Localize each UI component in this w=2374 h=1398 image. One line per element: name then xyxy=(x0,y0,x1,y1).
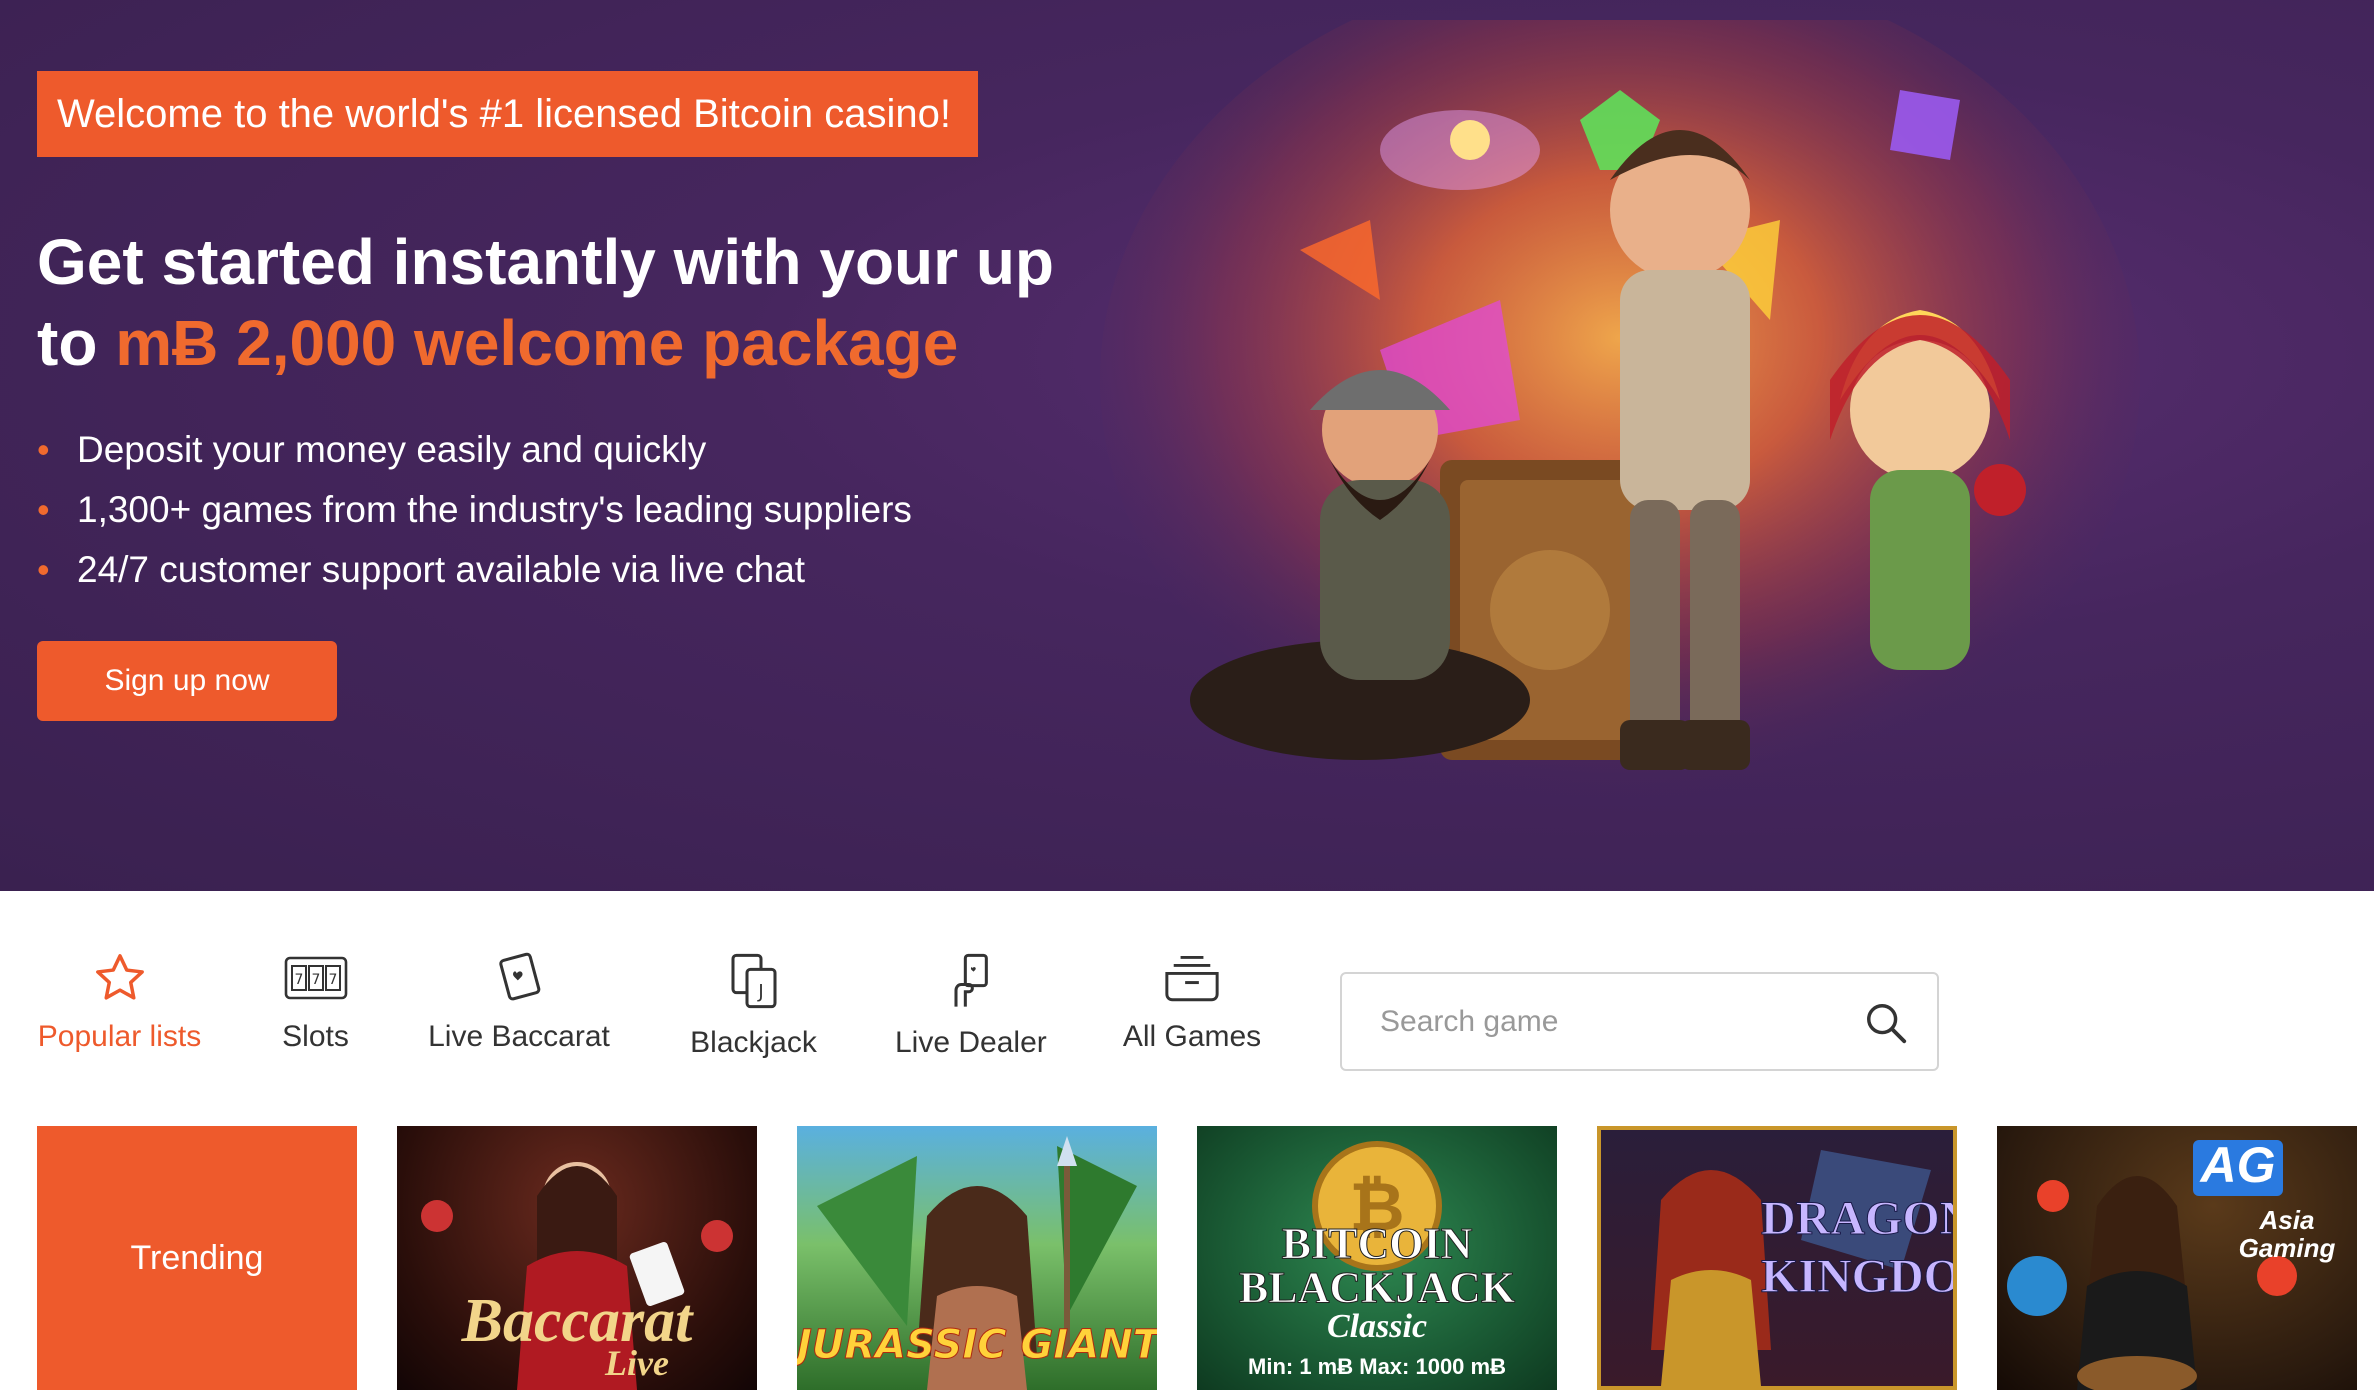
tab-live-baccarat[interactable]: Live Baccarat xyxy=(424,950,614,1054)
game-subtitle: Live xyxy=(605,1343,669,1383)
game-title: DRAGON KINGDOM xyxy=(1761,1192,1957,1304)
hero-headline: Get started instantly with your up to mɃ… xyxy=(37,222,1087,384)
game-tile-bitcoin-blackjack[interactable]: ₿ BITCOIN BLACKJACK Classic Min: 1 mɃ Ma… xyxy=(1197,1126,1557,1390)
tab-label: Live Dealer xyxy=(895,1026,1047,1059)
dealer-hand-icon xyxy=(954,953,988,1007)
tab-blackjack[interactable]: J Blackjack xyxy=(686,950,821,1060)
tab-label: Slots xyxy=(282,1020,349,1053)
tab-label: Popular lists xyxy=(37,1020,202,1053)
search-icon[interactable] xyxy=(1863,1000,1909,1046)
svg-text:7: 7 xyxy=(294,972,303,988)
star-icon xyxy=(95,954,144,1000)
svg-text:J: J xyxy=(757,981,764,1002)
card-icon xyxy=(499,952,541,1001)
blackjack-cards-icon: J xyxy=(730,953,777,1009)
bullet-text: 1,300+ games from the industry's leading… xyxy=(77,489,912,530)
svg-text:7: 7 xyxy=(328,972,337,988)
game-logo-text: AG xyxy=(2200,1137,2276,1193)
hero-characters-illustration xyxy=(1100,20,2140,800)
bullet-dot-icon: • xyxy=(37,489,50,530)
hero-bullet: • 1,300+ games from the industry's leadin… xyxy=(37,480,912,540)
headline-line1: Get started instantly with your up xyxy=(37,226,1054,298)
tab-slots[interactable]: 7 7 7 Slots xyxy=(268,950,363,1054)
tab-live-dealer[interactable]: Live Dealer xyxy=(895,950,1047,1060)
search-box xyxy=(1340,972,1939,1071)
tab-label: All Games xyxy=(1122,1020,1262,1053)
hero-bullet: • 24/7 customer support available via liv… xyxy=(37,540,912,600)
game-subtitle: Classic xyxy=(1326,1308,1428,1345)
game-tile-asia-gaming[interactable]: AG Asia Gaming xyxy=(1997,1126,2357,1390)
search-input[interactable] xyxy=(1380,998,1850,1046)
bullet-dot-icon: • xyxy=(37,549,50,590)
game-tile-baccarat[interactable]: Baccarat Live xyxy=(397,1126,757,1390)
game-title: BITCOIN BLACKJACK xyxy=(1238,1219,1516,1312)
game-subtitle: Asia Gaming xyxy=(2238,1205,2336,1263)
headline-accent: mɃ 2,000 welcome package xyxy=(115,307,959,379)
welcome-badge: Welcome to the world's #1 licensed Bitco… xyxy=(37,71,978,157)
tab-label: Live Baccarat xyxy=(428,1020,610,1053)
stack-icon xyxy=(1165,955,1219,1002)
bullet-dot-icon: • xyxy=(37,429,50,470)
hero-bullet-list: • Deposit your money easily and quickly •… xyxy=(37,420,912,600)
signup-button[interactable]: Sign up now xyxy=(37,641,337,721)
bullet-text: Deposit your money easily and quickly xyxy=(77,429,707,470)
game-tile-jurassic-giants[interactable]: JURASSIC GIANTS xyxy=(797,1126,1157,1390)
tab-label: Blackjack xyxy=(690,1026,817,1059)
headline-to: to xyxy=(37,307,116,379)
game-limits: Min: 1 mɃ Max: 1000 mɃ xyxy=(1248,1354,1506,1379)
trending-tile[interactable]: Trending xyxy=(37,1126,357,1390)
hero-banner: Welcome to the world's #1 licensed Bitco… xyxy=(0,0,2374,891)
slot-machine-icon: 7 7 7 xyxy=(284,956,347,1000)
game-title: JURASSIC GIANTS xyxy=(797,1322,1157,1369)
tab-popular-lists[interactable]: Popular lists xyxy=(37,950,202,1054)
hero-bullet: • Deposit your money easily and quickly xyxy=(37,420,912,480)
game-tile-dragon-kingdom[interactable]: DRAGON KINGDOM xyxy=(1597,1126,1957,1390)
svg-text:7: 7 xyxy=(311,972,320,988)
tab-all-games[interactable]: All Games xyxy=(1122,950,1262,1054)
bullet-text: 24/7 customer support available via live… xyxy=(77,549,806,590)
